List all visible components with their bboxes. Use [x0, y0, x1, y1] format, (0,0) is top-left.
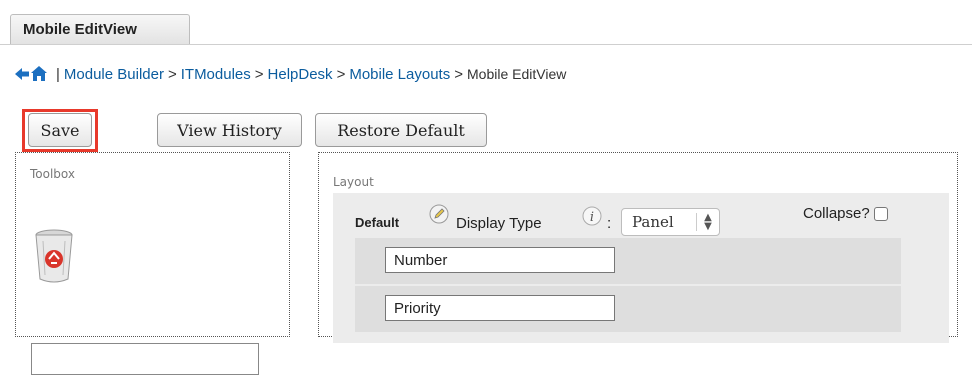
back-arrow-icon[interactable] — [14, 66, 30, 82]
layout-panel: Layout Default Display Type i : Panel ▲ ▼ — [318, 152, 958, 343]
pencil-icon[interactable] — [429, 204, 449, 227]
breadcrumb-itmodules[interactable]: ITModules — [181, 66, 251, 83]
view-history-button[interactable]: View History — [157, 113, 302, 147]
breadcrumb-separator: > — [167, 65, 177, 83]
breadcrumb-separator: > — [454, 65, 463, 83]
display-type-label: Display Type — [456, 215, 542, 232]
collapse-label: Collapse? — [803, 205, 870, 222]
toolbox-title: Toolbox — [30, 167, 75, 181]
tab-mobile-editview[interactable]: Mobile EditView — [10, 14, 190, 44]
collapse-control: Collapse? — [803, 205, 888, 222]
breadcrumb-helpdesk[interactable]: HelpDesk — [268, 66, 333, 83]
tab-label: Mobile EditView — [23, 21, 137, 38]
breadcrumb-mobile-layouts[interactable]: Mobile Layouts — [349, 66, 450, 83]
collapse-checkbox[interactable] — [873, 206, 888, 221]
home-icon[interactable] — [30, 65, 48, 83]
breadcrumb-module-builder[interactable]: Module Builder — [64, 66, 164, 83]
display-type-colon: : — [607, 215, 612, 232]
field-number[interactable]: Number — [385, 247, 615, 273]
breadcrumb: | Module Builder > ITModules > HelpDesk … — [14, 62, 566, 86]
display-type-value: Panel — [632, 213, 674, 231]
tab-strip: Mobile EditView — [0, 0, 972, 45]
field-priority[interactable]: Priority — [385, 295, 615, 321]
breadcrumb-current: Mobile EditView — [467, 66, 567, 82]
layout-title: Layout — [333, 175, 374, 189]
panel-name: Default — [355, 215, 400, 230]
recycle-bin-icon[interactable] — [34, 229, 74, 288]
panel-header: Default Display Type i : Panel ▲ ▼ Colla… — [333, 193, 949, 238]
layout-row: Number — [355, 238, 901, 284]
layout-row: Priority — [355, 286, 901, 332]
info-icon[interactable]: i — [582, 206, 602, 229]
display-type-select[interactable]: Panel ▲ ▼ — [621, 208, 720, 236]
breadcrumb-separator: > — [336, 65, 346, 83]
breadcrumb-separator: > — [254, 65, 264, 83]
select-arrows-icon: ▲ ▼ — [696, 213, 719, 232]
breadcrumb-pipe: | — [56, 65, 60, 83]
toolbox-field-item[interactable] — [31, 343, 259, 375]
layout-default-panel: Default Display Type i : Panel ▲ ▼ Colla… — [333, 193, 949, 343]
restore-default-button[interactable]: Restore Default — [315, 113, 487, 147]
svg-text:i: i — [590, 210, 594, 225]
toolbox-panel: Toolbox — [15, 152, 290, 375]
save-button[interactable]: Save — [28, 113, 92, 147]
